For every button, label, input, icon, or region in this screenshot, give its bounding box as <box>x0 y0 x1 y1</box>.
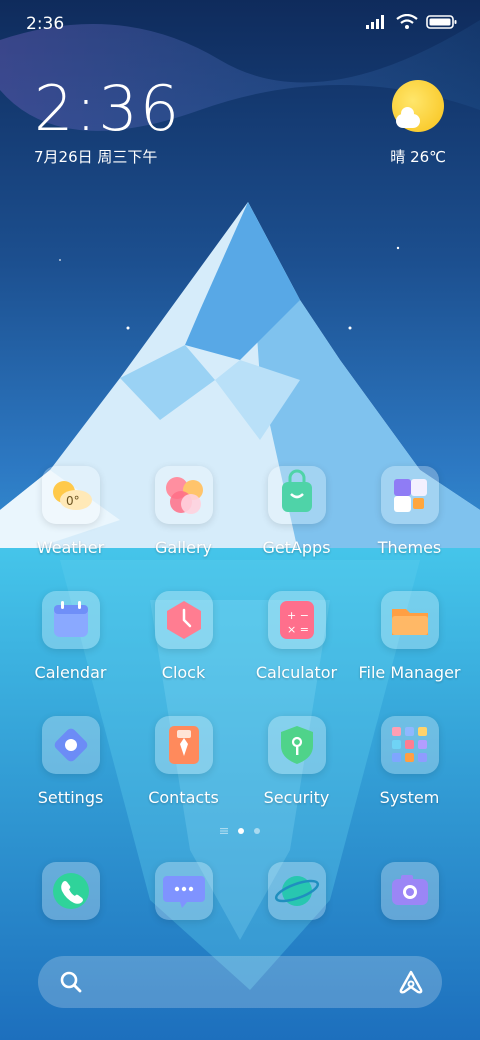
app-label: GetApps <box>262 538 331 557</box>
settings-icon <box>41 716 100 774</box>
calendar-icon <box>41 591 100 649</box>
app-clock[interactable]: Clock <box>127 591 240 682</box>
app-security[interactable]: Security <box>240 716 353 807</box>
svg-text:× =: × = <box>287 623 309 636</box>
svg-text:+ −: + − <box>287 609 309 622</box>
dock-phone[interactable] <box>14 862 127 920</box>
dock-browser[interactable] <box>240 862 353 920</box>
clock-widget[interactable]: 2:36 7月26日 周三下午 <box>34 78 181 167</box>
calculator-icon: + − × = <box>267 591 326 649</box>
app-themes[interactable]: Themes <box>353 466 466 557</box>
dock-messages[interactable] <box>127 862 240 920</box>
app-label: Gallery <box>155 538 212 557</box>
app-file-manager[interactable]: File Manager <box>353 591 466 682</box>
app-settings[interactable]: Settings <box>14 716 127 807</box>
clock-icon <box>154 591 213 649</box>
weather-widget[interactable]: 晴 26℃ <box>376 80 446 170</box>
widget-date: 7月26日 周三下午 <box>34 148 158 166</box>
weather-icon: 0° <box>41 466 100 524</box>
folder-icon <box>380 591 439 649</box>
app-label: Security <box>263 788 330 807</box>
app-weather[interactable]: 0° Weather <box>14 466 127 557</box>
themes-icon <box>380 466 439 524</box>
status-icons <box>366 14 458 30</box>
signal-icon <box>366 15 384 29</box>
app-calculator[interactable]: + − × = Calculator <box>240 591 353 682</box>
app-contacts[interactable]: Contacts <box>127 716 240 807</box>
cloud-icon <box>396 107 420 128</box>
app-label: File Manager <box>358 663 461 682</box>
menu-lines-icon <box>220 828 228 834</box>
gallery-icon <box>154 466 213 524</box>
wifi-icon <box>396 14 418 29</box>
app-calendar[interactable]: Calendar <box>14 591 127 682</box>
weather-condition: 晴 <box>390 148 406 166</box>
app-label: Themes <box>377 538 442 557</box>
widget-time: 2:36 <box>34 72 182 145</box>
dock-camera[interactable] <box>353 862 466 920</box>
weather-temperature: 26℃ <box>410 148 446 166</box>
camera-icon <box>380 862 439 920</box>
shopping-bag-icon <box>267 466 326 524</box>
assistant-icon[interactable] <box>398 969 424 995</box>
battery-icon <box>426 15 457 29</box>
phone-icon <box>41 862 100 920</box>
page-indicator <box>0 828 480 834</box>
app-label: Settings <box>37 788 104 807</box>
status-bar: 2:36 <box>0 0 480 50</box>
app-label: Contacts <box>148 788 219 807</box>
weather-badge: 0° <box>66 494 80 508</box>
app-label: Weather <box>36 538 105 557</box>
search-bar[interactable] <box>38 956 442 1008</box>
page-dot[interactable] <box>254 828 260 834</box>
app-label: Clock <box>161 663 206 682</box>
page-dot-active[interactable] <box>238 828 244 834</box>
status-time: 2:36 <box>26 14 65 34</box>
app-getapps[interactable]: GetApps <box>240 466 353 557</box>
app-label: System <box>379 788 440 807</box>
messages-icon <box>154 862 213 920</box>
browser-icon <box>267 862 326 920</box>
contacts-icon <box>154 716 213 774</box>
app-gallery[interactable]: Gallery <box>127 466 240 557</box>
search-icon[interactable] <box>60 971 82 993</box>
app-label: Calculator <box>255 663 338 682</box>
shield-icon <box>267 716 326 774</box>
system-folder-icon <box>380 716 439 774</box>
app-label: Calendar <box>34 663 107 682</box>
app-system[interactable]: System <box>353 716 466 807</box>
weather-summary: 晴 26℃ <box>390 146 446 167</box>
